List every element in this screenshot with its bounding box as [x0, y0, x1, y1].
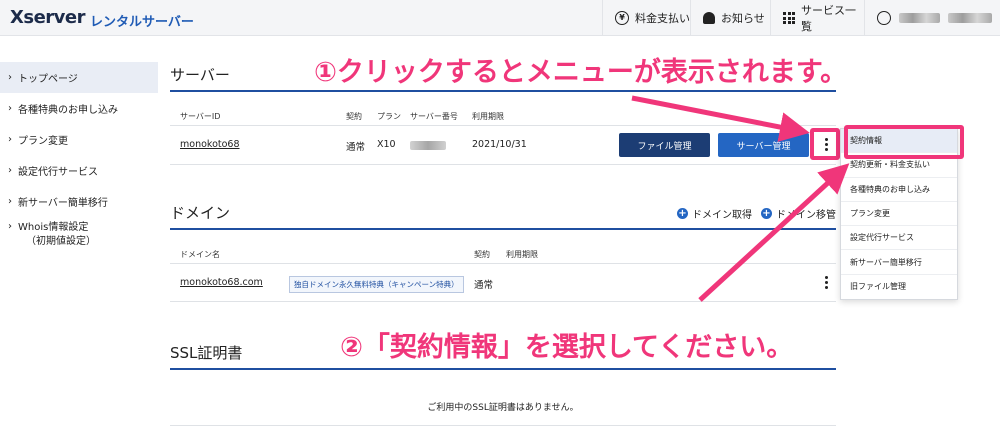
campaign-badge: 独自ドメイン永久無料特典（キャンペーン特典）	[289, 276, 464, 293]
plus-icon: +	[677, 208, 688, 219]
sidebar-item-label: トップページ	[18, 74, 78, 85]
domain-migrate-link[interactable]: + ドメイン移管	[761, 206, 836, 221]
menu-item-setup-service[interactable]: 設定代行サービス	[841, 226, 957, 251]
services-button[interactable]: サービス一覧	[770, 0, 864, 36]
sidebar-item-migration[interactable]: › 新サーバー簡単移行	[0, 186, 158, 217]
col-domain-name: ドメイン名	[180, 250, 220, 259]
bell-icon	[703, 12, 715, 24]
server-plan: X10	[377, 139, 396, 150]
payment-label: 料金支払い	[635, 12, 690, 25]
col-expiry: 利用期限	[472, 112, 504, 121]
server-section-title: サーバー	[170, 66, 230, 84]
ssl-empty-message: ご利用中のSSL証明書はありません。	[427, 403, 579, 413]
sidebar-item-plan-change[interactable]: › プラン変更	[0, 124, 158, 155]
domain-title-underline	[170, 228, 836, 230]
col-server-number: サーバー番号	[410, 112, 458, 121]
col-server-id: サーバーID	[180, 112, 221, 121]
sidebar-item-setup-service[interactable]: › 設定代行サービス	[0, 155, 158, 186]
sidebar-item-top[interactable]: › トップページ	[0, 62, 158, 93]
server-title-underline	[170, 90, 836, 92]
server-manage-button[interactable]: サーバー管理	[718, 133, 809, 157]
plus-icon: +	[761, 208, 772, 219]
domain-migrate-label: ドメイン移管	[776, 210, 836, 221]
services-label: サービス一覧	[801, 4, 856, 33]
ssl-title-underline	[170, 368, 836, 370]
payment-button[interactable]: ¥ 料金支払い	[602, 0, 690, 36]
sidebar-item-label: 設定代行サービス	[18, 167, 98, 178]
xserver-logo[interactable]: Xserver	[10, 7, 86, 28]
sidebar-item-label: Whois情報設定	[18, 222, 89, 233]
domain-contract: 通常	[474, 280, 494, 291]
domain-kebab-menu-icon[interactable]	[821, 276, 831, 289]
col-expiry: 利用期限	[506, 250, 538, 259]
domain-get-label: ドメイン取得	[692, 210, 752, 221]
chevron-right-icon: ›	[8, 165, 12, 176]
top-header: Xserver レンタルサーバー ¥ 料金支払い お知らせ サービス一覧	[0, 0, 1000, 36]
chevron-right-icon: ›	[8, 134, 12, 145]
user-icon	[877, 11, 891, 25]
sidebar-item-label: プラン変更	[18, 136, 68, 147]
logo-subtitle: レンタルサーバー	[90, 15, 194, 30]
blurred-server-number	[410, 141, 446, 150]
menu-item-old-file-manager[interactable]: 旧ファイル管理	[841, 275, 957, 299]
sidebar-item-whois[interactable]: › Whois情報設定 （初期値設定）	[0, 217, 158, 255]
annotation-step-1: ①クリックするとメニューが表示されます。	[314, 57, 848, 88]
col-contract: 契約	[346, 112, 362, 121]
divider	[170, 125, 836, 126]
domain-name-link[interactable]: monokoto68.com	[180, 277, 263, 288]
account-button[interactable]	[864, 0, 1000, 36]
grid-icon	[783, 12, 795, 24]
server-id-link[interactable]: monokoto68	[180, 139, 240, 150]
chevron-right-icon: ›	[8, 103, 12, 114]
blurred-username-2	[948, 13, 992, 23]
menu-item-migration[interactable]: 新サーバー簡単移行	[841, 250, 957, 275]
sidebar-item-sublabel: （初期値設定）	[26, 236, 96, 247]
yen-icon: ¥	[615, 11, 629, 25]
file-manage-button[interactable]: ファイル管理	[619, 133, 710, 157]
menu-item-plan-change[interactable]: プラン変更	[841, 202, 957, 227]
sidebar-item-label: 新サーバー簡単移行	[18, 198, 108, 209]
col-contract: 契約	[474, 250, 490, 259]
domain-section-title: ドメイン	[170, 204, 231, 222]
divider	[170, 164, 836, 165]
contract-info-highlight-frame	[844, 125, 964, 159]
news-label: お知らせ	[721, 12, 765, 25]
server-contract: 通常	[346, 142, 366, 153]
divider	[170, 301, 836, 302]
divider	[170, 263, 836, 264]
ssl-section-title: SSL証明書	[170, 344, 243, 362]
domain-get-link[interactable]: + ドメイン取得	[677, 206, 752, 221]
kebab-highlight-frame	[810, 128, 840, 160]
col-plan: プラン	[377, 112, 401, 121]
arrow-to-kebab	[631, 95, 810, 142]
divider	[170, 425, 836, 426]
chevron-right-icon: ›	[8, 221, 12, 232]
server-expiry: 2021/10/31	[472, 139, 527, 150]
sidebar-item-label: 各種特典のお申し込み	[18, 105, 118, 116]
sidebar: › トップページ › 各種特典のお申し込み › プラン変更 › 設定代行サービス…	[0, 62, 158, 255]
sidebar-item-benefits[interactable]: › 各種特典のお申し込み	[0, 93, 158, 124]
chevron-right-icon: ›	[8, 196, 12, 207]
blurred-username	[898, 13, 941, 23]
menu-item-benefits[interactable]: 各種特典のお申し込み	[841, 178, 957, 202]
news-button[interactable]: お知らせ	[690, 0, 770, 36]
annotation-step-2: ②「契約情報」を選択してください。	[340, 332, 794, 363]
chevron-right-icon: ›	[8, 72, 12, 83]
